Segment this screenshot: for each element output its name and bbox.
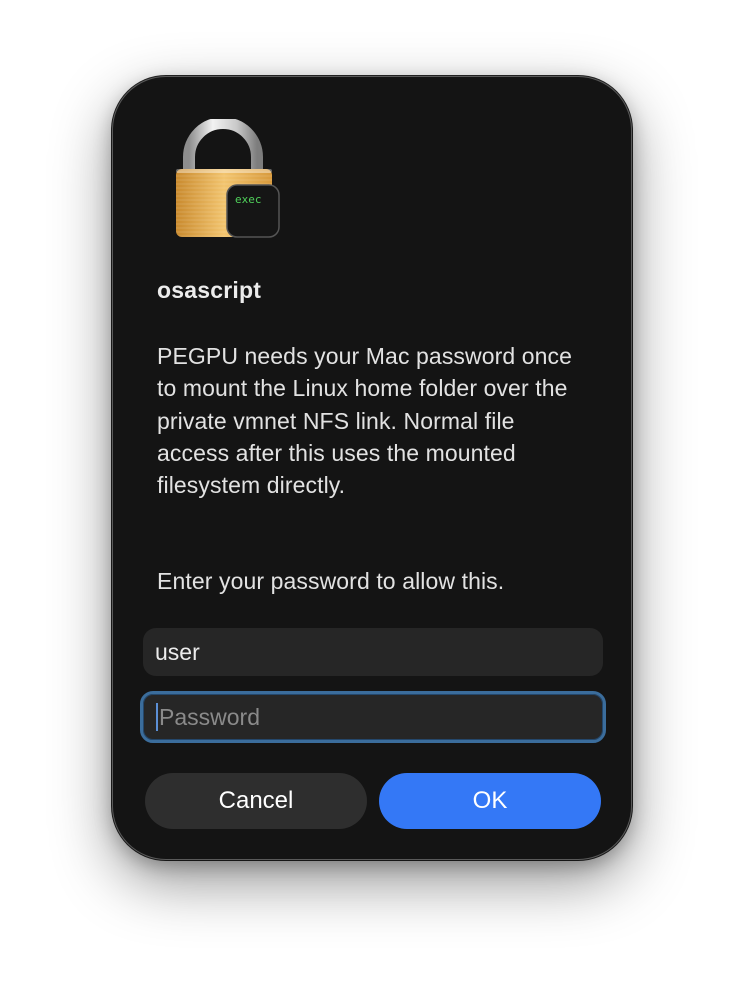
dialog-prompt: Enter your password to allow this. xyxy=(157,568,505,594)
dialog-title: osascript xyxy=(157,277,262,303)
text-caret xyxy=(156,703,158,731)
exec-badge-text: exec xyxy=(235,193,262,206)
lock-icon: exec xyxy=(176,119,280,238)
terminal-exec-badge-icon: exec xyxy=(226,184,280,238)
dialog-message: PEGPU needs your Mac password once to mo… xyxy=(157,343,573,499)
ok-button[interactable]: OK xyxy=(379,773,601,829)
username-field[interactable]: user xyxy=(143,628,603,676)
screen: exec osascript PEGPU needs your Mac pass… xyxy=(0,0,744,1008)
password-field[interactable]: Password xyxy=(140,691,606,743)
username-value: user xyxy=(155,638,200,665)
password-placeholder: Password xyxy=(159,703,260,730)
authentication-dialog: exec osascript PEGPU needs your Mac pass… xyxy=(112,76,632,860)
cancel-button[interactable]: Cancel xyxy=(145,773,367,829)
